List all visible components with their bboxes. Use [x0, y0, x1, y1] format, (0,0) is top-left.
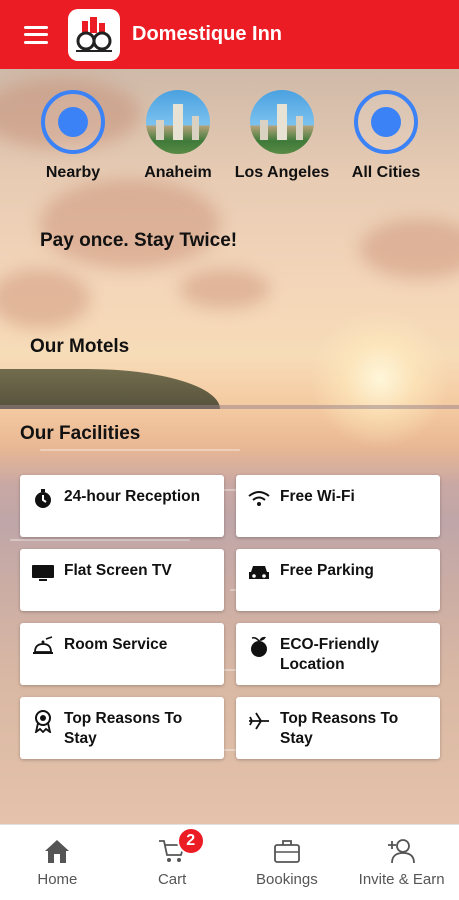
facility-card[interactable]: Free Wi-Fi — [236, 475, 440, 537]
city-label: Los Angeles — [234, 164, 330, 181]
nav-label: Cart — [157, 871, 187, 888]
facility-card[interactable]: Top Reasons To Stay — [236, 697, 440, 759]
nav-label: Bookings — [256, 871, 318, 888]
city-label: Nearby — [45, 164, 101, 181]
nav-label: Invite & Earn — [358, 871, 445, 888]
city-los-angeles[interactable]: Los Angeles — [232, 90, 332, 182]
city-anaheim[interactable]: Anaheim — [128, 90, 228, 182]
nav-cart[interactable]: 2 Cart — [115, 825, 230, 900]
city-photo — [146, 90, 210, 154]
room-service-icon — [32, 636, 54, 658]
facility-card[interactable]: ECO-Friendly Location — [236, 623, 440, 685]
facility-card[interactable]: Free Parking — [236, 549, 440, 611]
facility-card[interactable]: Room Service — [20, 623, 224, 685]
location-target-icon — [354, 90, 418, 154]
nav-home[interactable]: Home — [0, 825, 115, 900]
app-bar: Domestique Inn — [0, 0, 459, 69]
hamburger-menu-icon[interactable] — [24, 25, 48, 44]
tagline: Pay once. Stay Twice! — [40, 230, 238, 251]
facility-label: Free Wi-Fi — [280, 488, 355, 505]
location-target-icon — [41, 90, 105, 154]
home-icon — [42, 837, 72, 865]
nav-bookings[interactable]: Bookings — [230, 825, 345, 900]
facility-label: Top Reasons To Stay — [64, 710, 183, 747]
city-all-cities[interactable]: All Cities — [336, 90, 436, 182]
facility-label: ECO-Friendly Location — [280, 636, 380, 673]
airplane-icon — [248, 710, 270, 732]
stopwatch-icon — [32, 488, 54, 510]
briefcase-icon — [272, 837, 302, 865]
facility-label: Free Parking — [280, 562, 374, 579]
section-title-facilities: Our Facilities — [20, 423, 141, 444]
section-title-motels: Our Motels — [30, 336, 130, 357]
tv-icon — [32, 562, 54, 584]
facility-label: Top Reasons To Stay — [280, 710, 399, 747]
facility-card[interactable]: Top Reasons To Stay — [20, 697, 224, 759]
nav-invite[interactable]: Invite & Earn — [344, 825, 459, 900]
city-photo — [250, 90, 314, 154]
app-logo — [68, 8, 120, 61]
car-icon — [248, 562, 270, 584]
cart-count-badge: 2 — [176, 827, 205, 855]
bottom-navigation: Home 2 Cart Bookings Invite & Earn — [0, 824, 459, 900]
facility-label: Room Service — [64, 636, 168, 653]
facility-label: Flat Screen TV — [64, 562, 172, 579]
city-label: Anaheim — [144, 164, 212, 181]
app-title: Domestique Inn — [132, 23, 283, 45]
award-icon — [32, 710, 54, 733]
add-user-icon — [387, 837, 417, 865]
facility-card[interactable]: Flat Screen TV — [20, 549, 224, 611]
eco-icon — [248, 636, 270, 658]
nav-label: Home — [37, 871, 78, 888]
city-nearby[interactable]: Nearby — [23, 90, 123, 182]
facility-label: 24-hour Reception — [64, 488, 201, 505]
city-label: All Cities — [351, 164, 421, 181]
facility-card[interactable]: 24-hour Reception — [20, 475, 224, 537]
wifi-icon — [248, 488, 270, 510]
